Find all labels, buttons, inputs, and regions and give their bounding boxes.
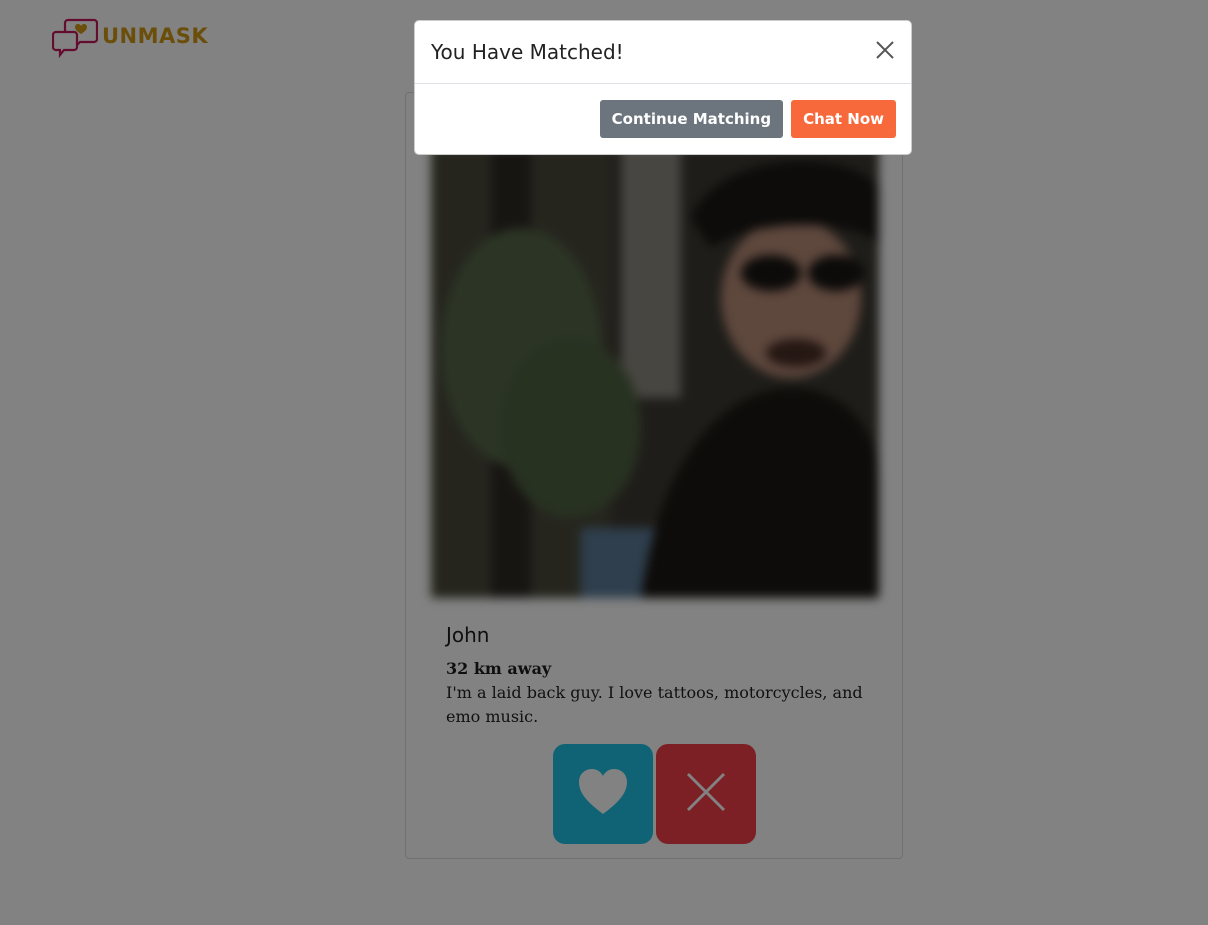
- modal-close-button[interactable]: [873, 40, 897, 64]
- continue-matching-button[interactable]: Continue Matching: [599, 100, 784, 138]
- modal-title: You Have Matched!: [431, 40, 624, 64]
- modal-footer: Continue Matching Chat Now: [415, 84, 911, 138]
- modal-header: You Have Matched!: [415, 21, 911, 84]
- chat-now-button[interactable]: Chat Now: [791, 100, 896, 138]
- close-icon: [876, 41, 894, 63]
- match-modal: You Have Matched! Continue Matching Chat…: [414, 20, 912, 155]
